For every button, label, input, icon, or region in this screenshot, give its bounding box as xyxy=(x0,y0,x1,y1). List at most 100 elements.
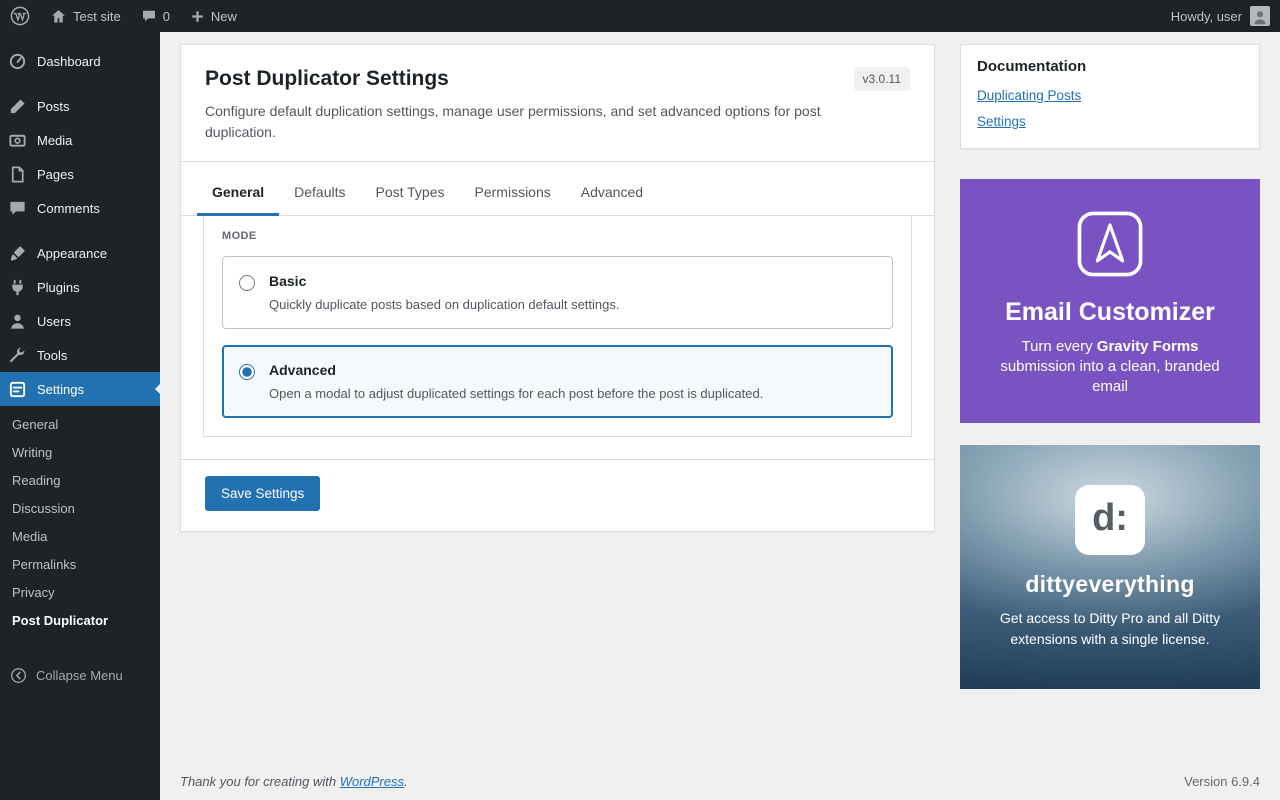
submenu-item-discussion[interactable]: Discussion xyxy=(0,495,160,523)
sidebar-item-label: Settings xyxy=(37,382,84,397)
basic-radio[interactable] xyxy=(239,275,255,291)
mode-section: MODE Basic Quickly duplicate posts based… xyxy=(203,216,912,437)
submenu-item-privacy[interactable]: Privacy xyxy=(0,579,160,607)
collapse-menu-button[interactable]: Collapse Menu xyxy=(0,659,160,692)
sidebar-item-plugins[interactable]: Plugins xyxy=(0,270,160,304)
wordpress-link[interactable]: WordPress xyxy=(340,774,404,789)
tools-icon xyxy=(8,346,27,365)
admin-menu: Dashboard Posts Media Pages Comments App… xyxy=(0,44,160,692)
admin-sidebar: Dashboard Posts Media Pages Comments App… xyxy=(0,32,160,800)
plugins-icon xyxy=(8,278,27,297)
wordpress-logo-icon xyxy=(10,6,30,26)
tab-post-types[interactable]: Post Types xyxy=(361,174,460,216)
sidebar-item-comments[interactable]: Comments xyxy=(0,191,160,225)
mode-section-label: MODE xyxy=(204,216,911,248)
new-content-menu[interactable]: New xyxy=(180,0,247,32)
settings-submenu: General Writing Reading Discussion Media… xyxy=(0,406,160,647)
mode-option-description: Quickly duplicate posts based on duplica… xyxy=(269,297,620,312)
users-icon xyxy=(8,312,27,331)
email-customizer-title: Email Customizer xyxy=(1005,298,1215,327)
footer-thanks-text: Thank you for creating with xyxy=(180,774,340,789)
mode-option-title: Basic xyxy=(269,273,620,289)
sidebar-item-dashboard[interactable]: Dashboard xyxy=(0,44,160,78)
email-customizer-logo-icon xyxy=(1071,205,1149,283)
ditty-logo-icon: d: xyxy=(1075,485,1145,555)
sidebar-item-label: Posts xyxy=(37,99,70,114)
footer-version: Version 6.9.4 xyxy=(1184,774,1260,789)
mode-option-basic-text: Basic Quickly duplicate posts based on d… xyxy=(269,273,620,312)
content-columns: Post Duplicator Settings v3.0.11 Configu… xyxy=(160,32,1280,689)
post-duplicator-settings-card: Post Duplicator Settings v3.0.11 Configu… xyxy=(180,44,935,532)
pages-icon xyxy=(8,165,27,184)
ditty-description: Get access to Ditty Pro and all Ditty ex… xyxy=(988,608,1232,649)
menu-separator xyxy=(0,225,160,236)
email-text-prefix: Turn every xyxy=(1021,338,1096,355)
sidebar-item-posts[interactable]: Posts xyxy=(0,89,160,123)
menu-separator xyxy=(0,78,160,89)
avatar xyxy=(1250,6,1270,26)
sidebar-item-label: Tools xyxy=(37,348,67,363)
documentation-title: Documentation xyxy=(977,58,1243,75)
tab-defaults[interactable]: Defaults xyxy=(279,174,360,216)
footer-period: . xyxy=(404,774,408,789)
footer-thanks: Thank you for creating with WordPress. xyxy=(180,774,408,789)
my-account-menu[interactable]: Howdy, user xyxy=(1171,0,1280,32)
sidebar-item-appearance[interactable]: Appearance xyxy=(0,236,160,270)
sidebar-item-media[interactable]: Media xyxy=(0,123,160,157)
mode-option-basic[interactable]: Basic Quickly duplicate posts based on d… xyxy=(222,256,893,329)
collapse-arrow-icon xyxy=(10,667,27,684)
sidebar-item-label: Users xyxy=(37,314,71,329)
mode-option-advanced-text: Advanced Open a modal to adjust duplicat… xyxy=(269,362,763,401)
version-badge: v3.0.11 xyxy=(854,67,910,91)
content-area: Post Duplicator Settings v3.0.11 Configu… xyxy=(160,32,1280,800)
ditty-title: dittyeverything xyxy=(1025,571,1194,598)
site-name-link[interactable]: Test site xyxy=(40,0,131,32)
comment-bubble-icon xyxy=(141,8,157,24)
comments-bubble[interactable]: 0 xyxy=(131,0,180,32)
save-settings-button[interactable]: Save Settings xyxy=(205,476,320,511)
sidebar-item-tools[interactable]: Tools xyxy=(0,338,160,372)
home-icon xyxy=(50,8,67,25)
posts-icon xyxy=(8,97,27,116)
sidebar-item-label: Dashboard xyxy=(37,54,101,69)
admin-bar: Test site 0 New Howdy, user xyxy=(0,0,1280,32)
submenu-item-writing[interactable]: Writing xyxy=(0,439,160,467)
dashboard-icon xyxy=(8,52,27,71)
page-title: Post Duplicator Settings xyxy=(205,67,449,91)
media-icon xyxy=(8,131,27,150)
gravity-forms-brand: Gravity Forms xyxy=(1097,338,1199,355)
email-customizer-ad-banner[interactable]: Email Customizer Turn every Gravity Form… xyxy=(960,179,1260,423)
settings-description: Configure default duplication settings, … xyxy=(205,101,845,143)
submenu-item-permalinks[interactable]: Permalinks xyxy=(0,551,160,579)
submenu-item-post-duplicator[interactable]: Post Duplicator xyxy=(0,607,160,635)
ditty-ad-banner[interactable]: d: dittyeverything Get access to Ditty P… xyxy=(960,445,1260,689)
settings-icon xyxy=(8,380,27,399)
admin-footer: Thank you for creating with WordPress. V… xyxy=(180,774,1260,789)
wordpress-logo-menu[interactable] xyxy=(0,0,40,32)
settings-tabs: General Defaults Post Types Permissions … xyxy=(181,162,934,216)
sidebar-item-label: Media xyxy=(37,133,72,148)
tab-permissions[interactable]: Permissions xyxy=(460,174,566,216)
sidebar-item-label: Plugins xyxy=(37,280,80,295)
sidebar-item-users[interactable]: Users xyxy=(0,304,160,338)
right-column: Documentation Duplicating Posts Settings… xyxy=(960,44,1260,689)
doc-link-duplicating-posts[interactable]: Duplicating Posts xyxy=(977,88,1243,103)
submenu-item-reading[interactable]: Reading xyxy=(0,467,160,495)
collapse-menu-label: Collapse Menu xyxy=(36,668,123,683)
sidebar-item-settings[interactable]: Settings xyxy=(0,372,160,406)
sidebar-item-label: Pages xyxy=(37,167,74,182)
tab-general[interactable]: General xyxy=(197,174,279,216)
advanced-radio[interactable] xyxy=(239,364,255,380)
comments-icon xyxy=(8,199,27,218)
site-name-label: Test site xyxy=(73,9,121,24)
tab-advanced[interactable]: Advanced xyxy=(566,174,658,216)
submenu-item-general[interactable]: General xyxy=(0,411,160,439)
email-customizer-text: Turn every Gravity Forms submission into… xyxy=(982,337,1238,398)
doc-link-settings[interactable]: Settings xyxy=(977,114,1243,129)
settings-card-footer: Save Settings xyxy=(181,459,934,531)
documentation-card: Documentation Duplicating Posts Settings xyxy=(960,44,1260,149)
comment-count: 0 xyxy=(163,9,170,24)
sidebar-item-pages[interactable]: Pages xyxy=(0,157,160,191)
mode-option-advanced[interactable]: Advanced Open a modal to adjust duplicat… xyxy=(222,345,893,418)
submenu-item-media[interactable]: Media xyxy=(0,523,160,551)
